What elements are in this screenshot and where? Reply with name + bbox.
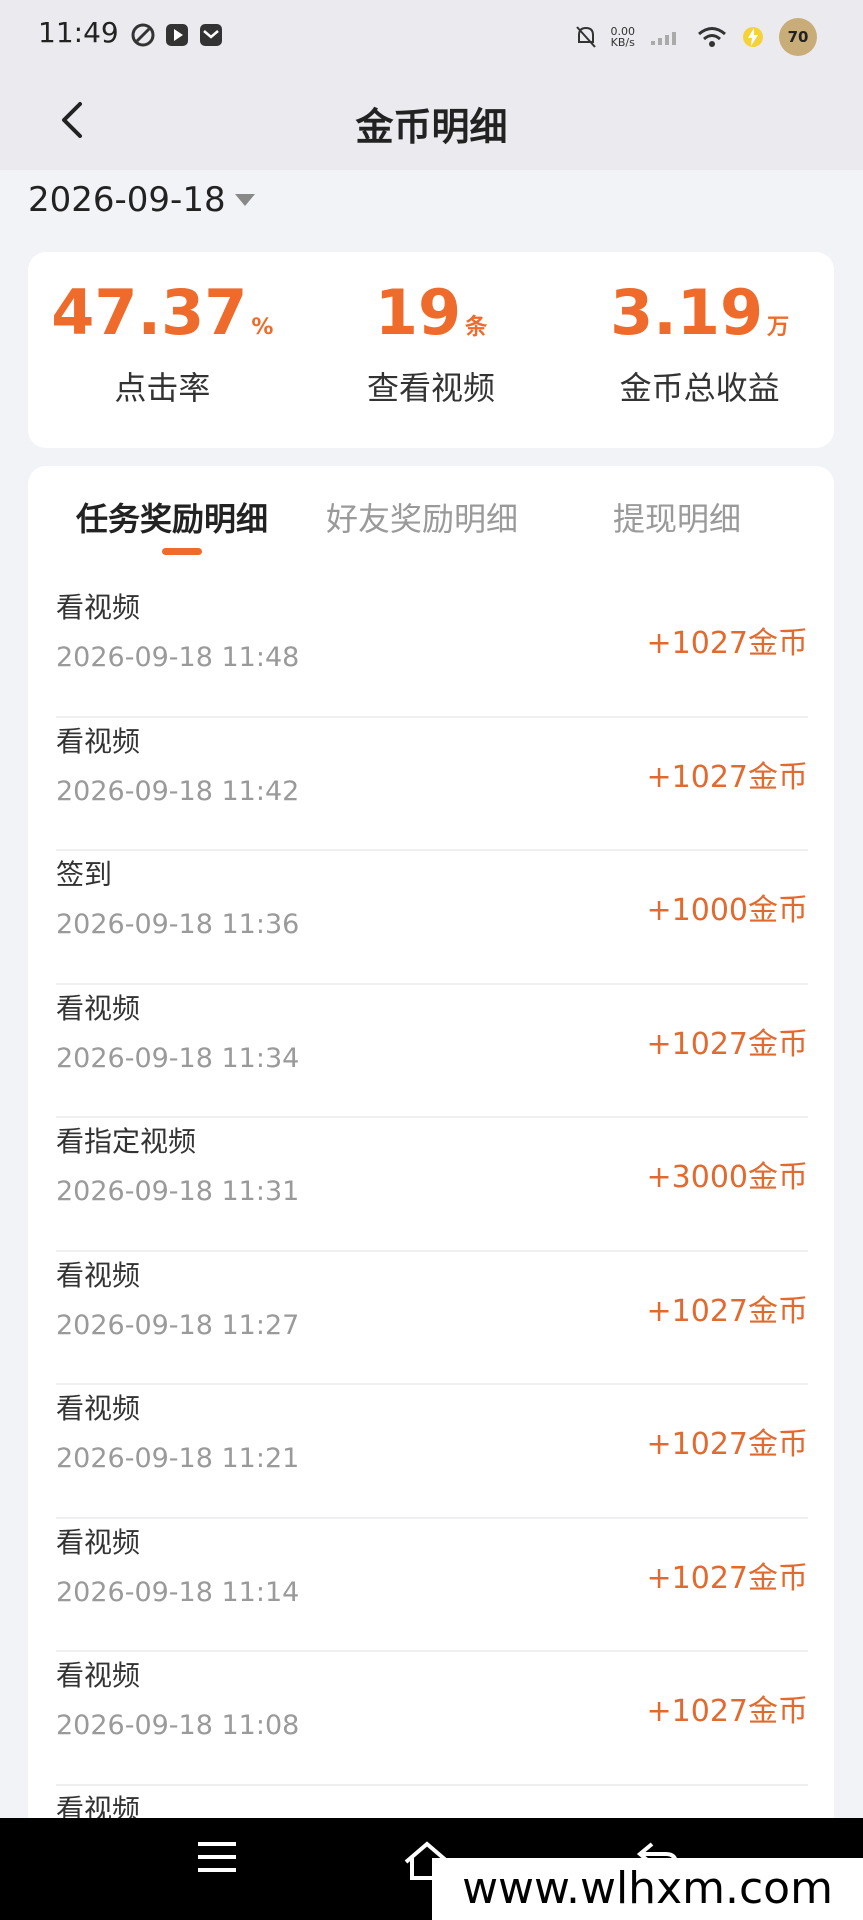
date-selector[interactable]: 2026-09-18 [28,180,256,220]
record-amount: +1027金币 [646,1694,808,1729]
record-amount: +1027金币 [646,1293,808,1329]
tab-task-rewards[interactable]: 任务奖励明细 [76,494,268,540]
stats-card: 47.37 % 点击率 19 条 查看视频 3.19 万 金币总收益 [28,252,834,448]
record-amount: +1000金币 [646,893,808,928]
list-item[interactable]: 看视频 2026-09-18 11:34 +1027金币 [56,985,808,1118]
list-item[interactable]: 看视频 2026-09-18 11:08 +1027金币 [56,1652,808,1786]
record-time: 2026-09-18 11:27 [56,1309,300,1341]
menu-icon [198,1842,236,1872]
record-title: 看视频 [56,1258,141,1292]
mail-icon [200,24,222,46]
wifi-icon [698,27,726,47]
record-time: 2026-09-18 11:34 [56,1042,300,1074]
record-time: 2026-09-18 11:21 [56,1443,300,1474]
signal-icon [651,32,676,45]
list-item[interactable]: 看视频 2026-09-18 11:21 +1027金币 [56,1385,808,1519]
app-notification-icon [131,23,155,47]
mute-notification-icon [575,26,596,48]
record-title: 看视频 [56,591,141,624]
stat-total-coins: 3.19 万 金币总收益 [565,252,834,448]
list-item[interactable]: 看视频 2026-09-18 11:42 +1027金币 [56,718,808,851]
watermark: www.wlhxm.com [432,1858,863,1920]
notification-icons [130,22,224,48]
record-amount: +1027金币 [646,1026,808,1062]
active-tab-indicator [162,548,202,555]
stat-unit: 条 [465,315,488,340]
status-time: 11:49 [38,16,119,49]
record-amount: +1027金币 [646,626,808,661]
record-title: 看视频 [56,1659,141,1692]
record-time: 2026-09-18 11:14 [56,1576,300,1608]
records-list: 看视频 2026-09-18 11:48 +1027金币 看视频 2026-09… [56,584,834,1866]
stat-click-rate: 47.37 % 点击率 [28,252,297,448]
tab-withdrawals[interactable]: 提现明细 [613,494,741,540]
tab-bar: 任务奖励明细 好友奖励明细 提现明细 [28,466,834,570]
stat-label: 查看视频 [367,369,496,407]
list-item[interactable]: 签到 2026-09-18 11:36 +1000金币 [56,851,808,985]
record-time: 2026-09-18 11:36 [56,909,300,940]
list-item[interactable]: 看视频 2026-09-18 11:27 +1027金币 [56,1252,808,1385]
dropdown-triangle-icon [234,194,255,206]
list-item[interactable]: 看视频 2026-09-18 11:14 +1027金币 [56,1519,808,1652]
record-time: 2026-09-18 11:31 [56,1176,300,1207]
stat-unit: % [251,315,274,340]
record-amount: +1027金币 [646,1427,808,1462]
network-speed: 0.00 KB/s [611,26,636,48]
stat-unit: 万 [767,315,790,340]
play-icon [166,24,188,46]
stat-value: 3.19 [610,276,764,349]
list-item[interactable]: 看视频 2026-09-18 11:48 +1027金币 [56,584,808,718]
record-title: 看视频 [56,1392,141,1425]
charging-icon [743,27,763,47]
stat-videos-watched: 19 条 查看视频 [297,252,566,448]
date-value: 2026-09-18 [28,180,226,220]
stat-value: 47.37 [51,276,248,349]
net-speed-unit: KB/s [610,36,635,49]
stat-label: 金币总收益 [619,369,780,407]
record-title: 看视频 [56,724,141,758]
stat-value: 19 [374,276,462,349]
record-time: 2026-09-18 11:42 [56,775,300,807]
stat-label: 点击率 [114,369,211,407]
record-time: 2026-09-18 11:48 [56,642,300,673]
record-amount: +1027金币 [646,1560,808,1596]
app-header: 金币明细 [0,70,863,170]
record-title: 看视频 [56,991,141,1025]
menu-button[interactable] [196,1840,238,1878]
record-title: 看视频 [56,1525,141,1559]
record-title: 看指定视频 [56,1125,197,1158]
list-item[interactable]: 看指定视频 2026-09-18 11:31 +3000金币 [56,1118,808,1252]
record-amount: +3000金币 [646,1160,808,1195]
record-time: 2026-09-18 11:08 [56,1710,300,1741]
record-amount: +1027金币 [646,759,808,795]
tab-friend-rewards[interactable]: 好友奖励明细 [326,494,518,540]
record-title: 签到 [56,858,113,891]
page-title: 金币明细 [355,105,508,149]
status-bar: 11:49 0.00 KB/s 70 [0,0,863,70]
records-card: 任务奖励明细 好友奖励明细 提现明细 看视频 2026-09-18 11:48 … [28,466,834,1866]
battery-level: 70 [779,18,817,56]
